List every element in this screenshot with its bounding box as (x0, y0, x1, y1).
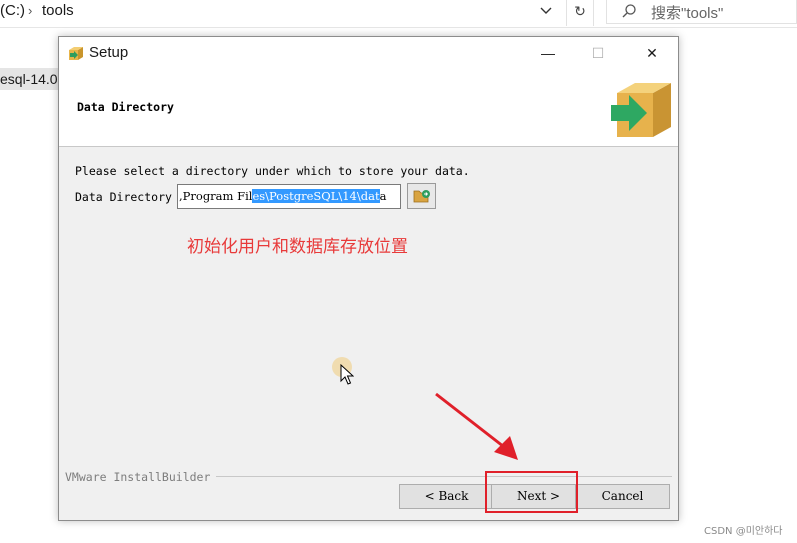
input-text-tail: a (379, 189, 387, 203)
close-button[interactable]: ✕ (629, 37, 675, 69)
browse-button[interactable] (407, 183, 436, 209)
installer-box-icon (69, 47, 83, 60)
data-directory-label: Data Directory (75, 190, 172, 204)
folder-browse-icon (413, 190, 430, 203)
search-placeholder: 搜索"tools" (651, 5, 724, 22)
instruction-text: Please select a directory under which to… (75, 164, 470, 178)
file-list-item[interactable]: esql-14.0- (0, 68, 62, 90)
maximize-button[interactable]: ☐ (575, 37, 621, 69)
wizard-header: Data Directory (59, 69, 678, 147)
title-bar[interactable]: Setup — ☐ ✕ (59, 37, 678, 69)
watermark: CSDN @미안하다 (704, 526, 783, 537)
input-text-plain: ,Program Fil (179, 189, 253, 203)
data-directory-input[interactable]: ,Program Files\PostgreSQL\14\data (177, 184, 401, 209)
breadcrumb-folder[interactable]: tools (42, 0, 74, 22)
back-button[interactable]: < Back (399, 484, 494, 509)
breadcrumb-separator-icon: › (28, 3, 33, 18)
chevron-down-icon[interactable] (538, 2, 554, 18)
annotation-arrow-icon (435, 392, 518, 460)
cancel-button[interactable]: Cancel (575, 484, 670, 509)
minimize-button[interactable]: — (525, 37, 571, 69)
page-title: Data Directory (77, 100, 174, 114)
address-bar[interactable]: (C:) › tools (0, 0, 560, 24)
mouse-cursor-icon (340, 364, 354, 385)
breadcrumb-drive[interactable]: (C:) (0, 0, 25, 22)
search-icon (622, 4, 636, 18)
annotation-text: 初始化用户和数据库存放位置 (187, 237, 408, 257)
input-text-selected: es\PostgreSQL\14\dat (252, 189, 380, 203)
setup-dialog: Setup — ☐ ✕ Data Directory Please select… (58, 36, 679, 521)
annotation-highlight-box (485, 471, 578, 513)
refresh-button[interactable]: ↻ (566, 0, 594, 26)
explorer-toolbar: (C:) › tools ↻ 搜索"tools" (0, 0, 797, 28)
search-input[interactable]: 搜索"tools" (606, 0, 797, 24)
wizard-body: Please select a directory under which to… (59, 148, 678, 468)
installer-box-arrow-icon (611, 83, 671, 137)
vendor-label: VMware InstallBuilder (65, 470, 217, 484)
window-title: Setup (89, 44, 129, 61)
